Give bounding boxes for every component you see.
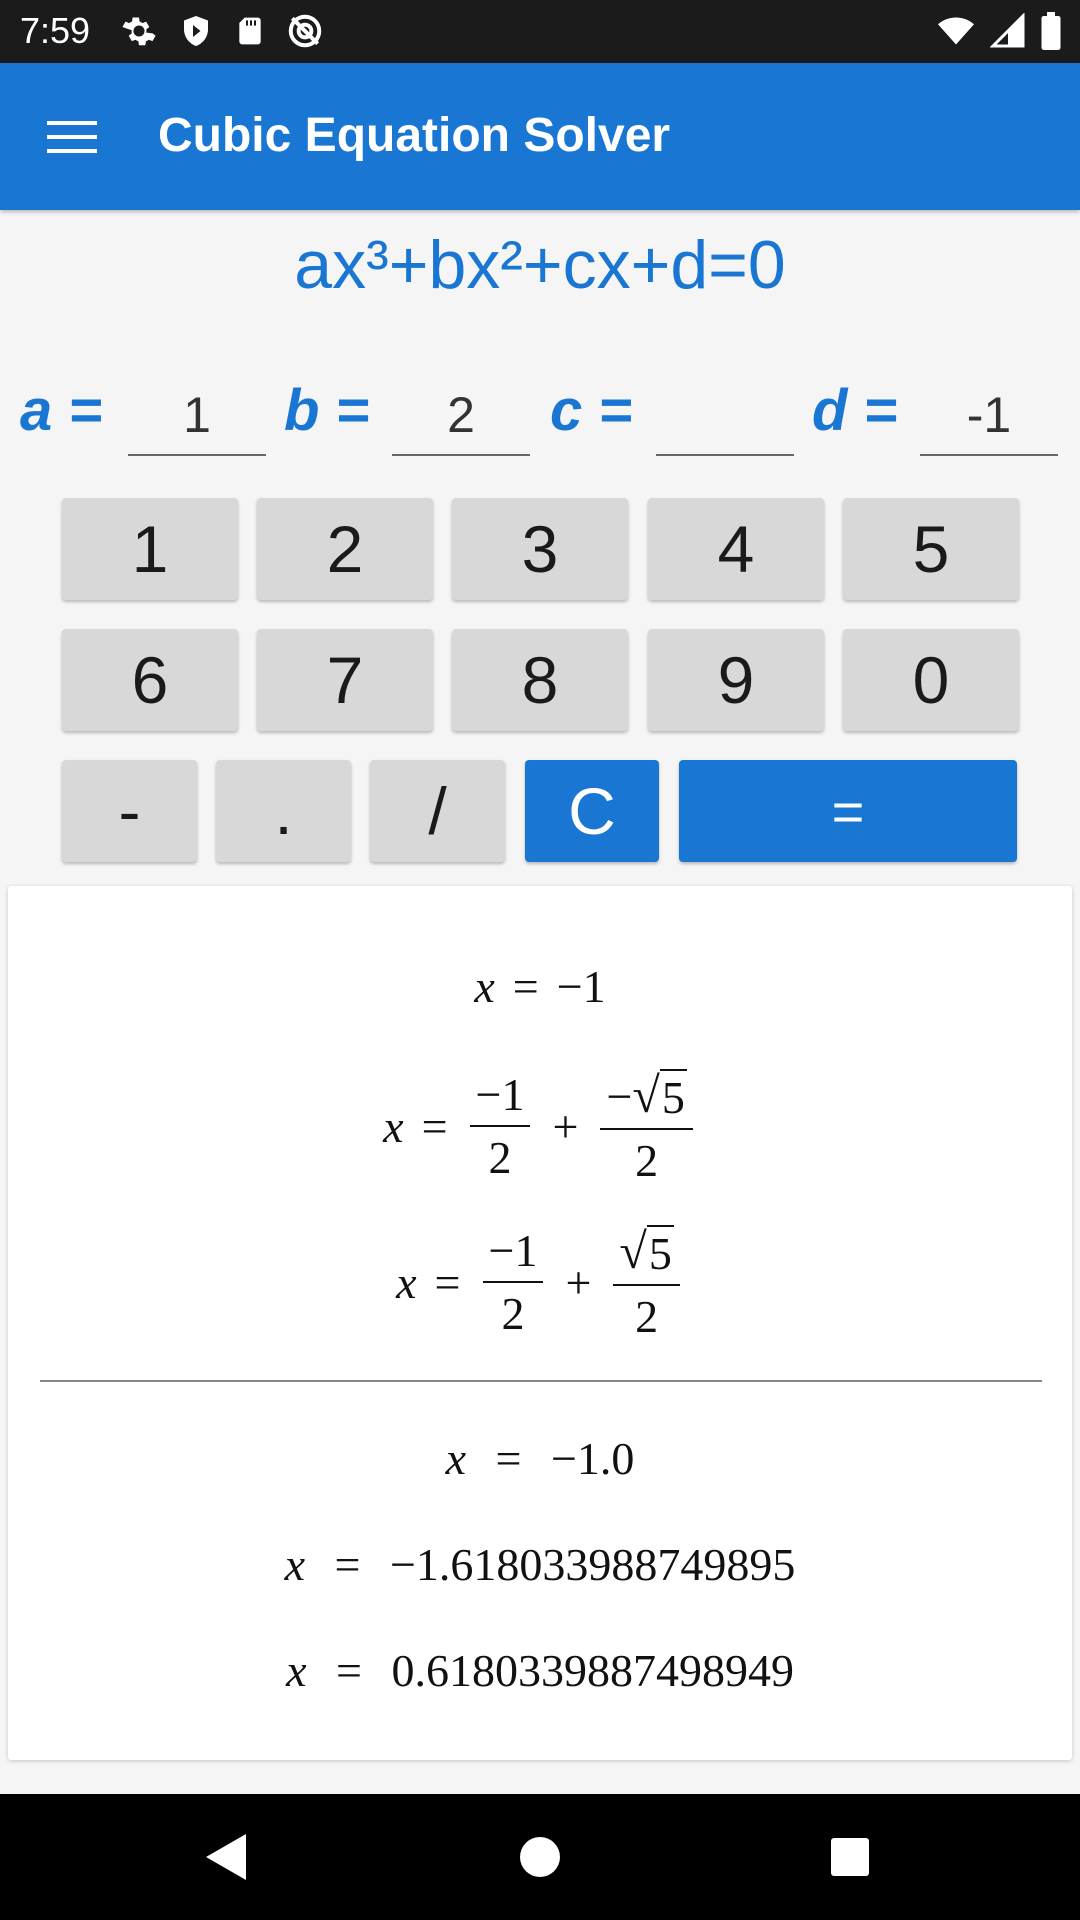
app-bar: Cubic Equation Solver xyxy=(0,63,1080,210)
decimal-root-1: x = −1.0 xyxy=(445,1433,635,1484)
key-8[interactable]: 8 xyxy=(452,629,628,731)
coef-c-label: c = xyxy=(550,378,633,443)
coef-d-label: d = xyxy=(812,378,898,443)
exact-root-1: x = −1 xyxy=(474,960,606,1012)
coef-a-label: a = xyxy=(20,378,103,443)
key-7[interactable]: 7 xyxy=(257,629,433,731)
fraction: −1 2 xyxy=(482,1224,544,1340)
key-5[interactable]: 5 xyxy=(843,498,1019,600)
recents-icon xyxy=(831,1838,869,1876)
sd-card-icon xyxy=(234,12,266,50)
key-2[interactable]: 2 xyxy=(257,498,433,600)
home-icon xyxy=(520,1837,560,1877)
exact-root-3: x = −1 2 + √ 5 2 xyxy=(8,1222,1072,1342)
clear-button[interactable]: C xyxy=(525,760,659,862)
signal-icon xyxy=(990,13,1026,49)
battery-icon xyxy=(1040,12,1062,50)
home-button[interactable] xyxy=(500,1824,580,1890)
key-3[interactable]: 3 xyxy=(452,498,628,600)
key-0[interactable]: 0 xyxy=(843,629,1019,731)
hamburger-menu-icon xyxy=(47,121,97,153)
exact-root-2: x = −1 2 + − √ 5 2 xyxy=(8,1066,1072,1186)
key-1[interactable]: 1 xyxy=(62,498,238,600)
coef-c-input[interactable] xyxy=(656,376,794,456)
coef-b-input[interactable] xyxy=(392,376,530,456)
coef-b-label: b = xyxy=(284,378,370,443)
key-slash[interactable]: / xyxy=(370,760,505,862)
decimal-root-3: x = 0.6180339887498949 xyxy=(286,1645,794,1696)
equation-heading: ax³+bx²+cx+d=0 xyxy=(294,227,786,303)
status-time: 7:59 xyxy=(20,10,91,51)
navigation-bar xyxy=(0,1794,1080,1920)
results-divider xyxy=(40,1380,1042,1382)
results-card: x = −1 x = −1 2 + −√5 2 x = −1 2 + √5 xyxy=(8,886,1072,1760)
key-4[interactable]: 4 xyxy=(648,498,824,600)
wifi-icon xyxy=(936,13,976,49)
coef-a-input[interactable] xyxy=(128,376,266,456)
status-bar: 7:59 xyxy=(0,0,1080,63)
app-title: Cubic Equation Solver xyxy=(158,109,671,162)
key-6[interactable]: 6 xyxy=(62,629,238,731)
no-location-icon xyxy=(286,12,324,50)
back-button[interactable] xyxy=(186,1824,266,1890)
menu-button[interactable] xyxy=(34,103,110,171)
status-icons-left xyxy=(120,12,324,50)
coef-d-input[interactable] xyxy=(920,376,1058,456)
shield-icon xyxy=(178,12,214,50)
fraction: −1 2 xyxy=(469,1068,531,1184)
fraction: − √ 5 2 xyxy=(600,1066,693,1187)
key-9[interactable]: 9 xyxy=(648,629,824,731)
back-icon xyxy=(206,1834,246,1880)
sqrt: √ 5 xyxy=(632,1066,687,1123)
gear-icon xyxy=(120,12,158,50)
sqrt: √ 5 xyxy=(619,1222,674,1279)
key-minus[interactable]: - xyxy=(62,760,197,862)
fraction: √ 5 2 xyxy=(613,1222,680,1343)
key-dot[interactable]: . xyxy=(216,760,351,862)
recents-button[interactable] xyxy=(810,1824,890,1890)
status-icons-right xyxy=(936,12,1062,50)
decimal-root-2: x = −1.618033988749895 xyxy=(284,1539,796,1590)
solve-button[interactable]: = xyxy=(679,760,1017,862)
